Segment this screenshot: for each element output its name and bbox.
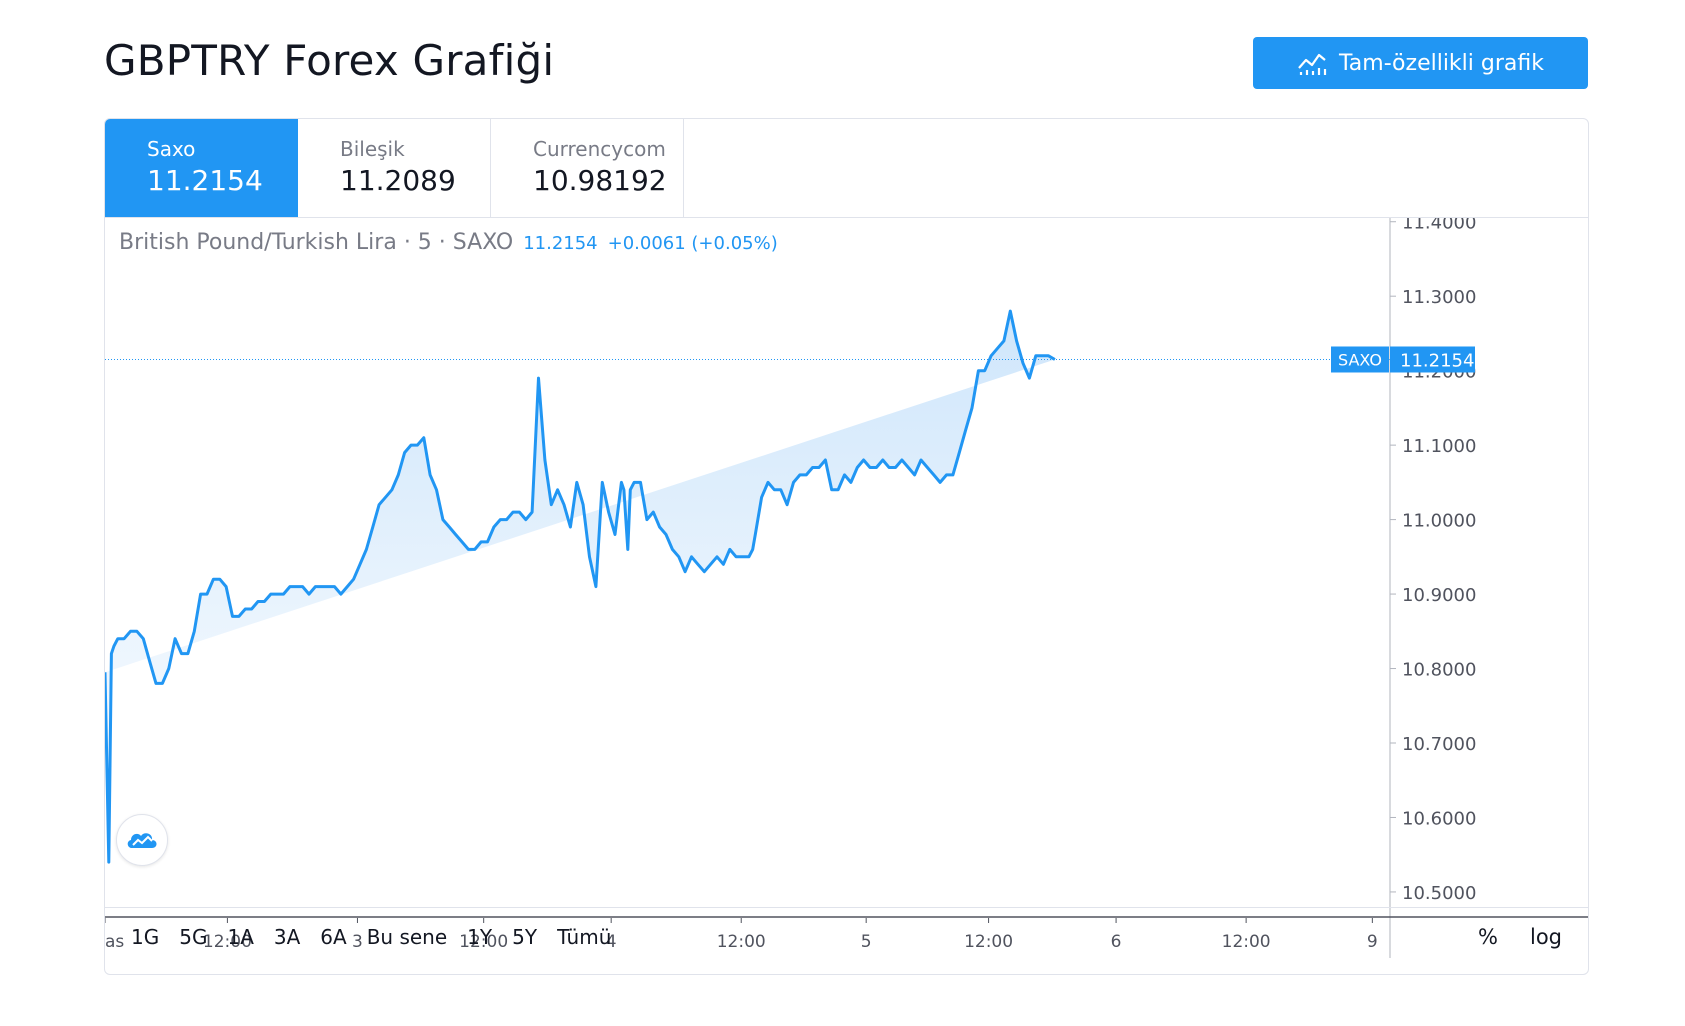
y-tick-label: 11.4000 xyxy=(1402,218,1476,234)
tab-label: Bileşik xyxy=(340,137,405,161)
full-chart-button-label: Tam-özellikli grafik xyxy=(1339,50,1544,76)
source-tabs: Saxo 11.2154 Bileşik 11.2089 Currencycom… xyxy=(105,119,684,217)
range-list: 1G 5G 1A 3A 6A Bu sene 1Y 5Y Tümü xyxy=(121,925,621,949)
legend-price: 11.2154 xyxy=(523,233,598,254)
range-button[interactable]: Bu sene xyxy=(357,925,457,949)
y-tick-label: 10.7000 xyxy=(1402,734,1476,755)
y-tick-label: 10.5000 xyxy=(1402,883,1476,904)
range-button[interactable]: 1Y xyxy=(457,925,502,949)
page-title: GBPTRY Forex Grafiği xyxy=(104,36,555,85)
tab-bilesik[interactable]: Bileşik 11.2089 xyxy=(298,119,491,217)
price-tag-value: 11.2154 xyxy=(1400,350,1474,371)
range-button[interactable]: 1A xyxy=(217,925,263,949)
y-tick-label: 11.0000 xyxy=(1402,511,1476,532)
cloud-chart-icon xyxy=(127,833,157,848)
tab-label: Currencycom xyxy=(533,137,666,161)
y-tick-label: 10.8000 xyxy=(1402,660,1476,681)
range-button[interactable]: 3A xyxy=(264,925,310,949)
tab-value: 10.98192 xyxy=(533,164,667,197)
range-bar: 1G 5G 1A 3A 6A Bu sene 1Y 5Y Tümü % log xyxy=(105,907,1588,966)
tab-currencycom[interactable]: Currencycom 10.98192 xyxy=(491,119,684,217)
range-button[interactable]: Tümü xyxy=(547,925,621,949)
tab-saxo[interactable]: Saxo 11.2154 xyxy=(105,119,298,217)
chart-widget: Saxo 11.2154 Bileşik 11.2089 Currencycom… xyxy=(104,118,1589,975)
price-line xyxy=(105,309,1056,864)
chart-line-icon xyxy=(1298,53,1327,75)
range-button[interactable]: 6A xyxy=(310,925,356,949)
tradingview-logo-button[interactable] xyxy=(116,814,168,866)
scale-buttons: % log xyxy=(1468,925,1572,949)
legend-change: +0.0061 (+0.05%) xyxy=(607,233,778,254)
price-area xyxy=(105,311,1055,863)
y-tick-label: 10.9000 xyxy=(1402,585,1476,606)
range-button[interactable]: 5Y xyxy=(502,925,547,949)
full-chart-button[interactable]: Tam-özellikli grafik xyxy=(1253,37,1588,89)
y-tick-label: 10.6000 xyxy=(1402,808,1476,829)
price-chart[interactable]: 11.400011.300011.200011.100011.000010.90… xyxy=(105,218,1589,918)
range-button[interactable]: 5G xyxy=(169,925,217,949)
y-tick-label: 11.3000 xyxy=(1402,287,1476,308)
log-scale-button[interactable]: log xyxy=(1520,925,1572,949)
chart-legend: British Pound/Turkish Lira · 5 · SAXO 11… xyxy=(119,230,778,255)
percent-scale-button[interactable]: % xyxy=(1468,925,1508,949)
range-button[interactable]: 1G xyxy=(121,925,169,949)
price-tag-source: SAXO xyxy=(1338,350,1382,369)
tab-value: 11.2154 xyxy=(147,164,263,197)
tab-value: 11.2089 xyxy=(340,164,456,197)
tab-label: Saxo xyxy=(147,137,196,161)
chart-area[interactable]: 11.400011.300011.200011.100011.000010.90… xyxy=(105,217,1589,958)
legend-symbol: British Pound/Turkish Lira · 5 · SAXO xyxy=(119,230,514,255)
y-tick-label: 11.1000 xyxy=(1402,436,1476,457)
